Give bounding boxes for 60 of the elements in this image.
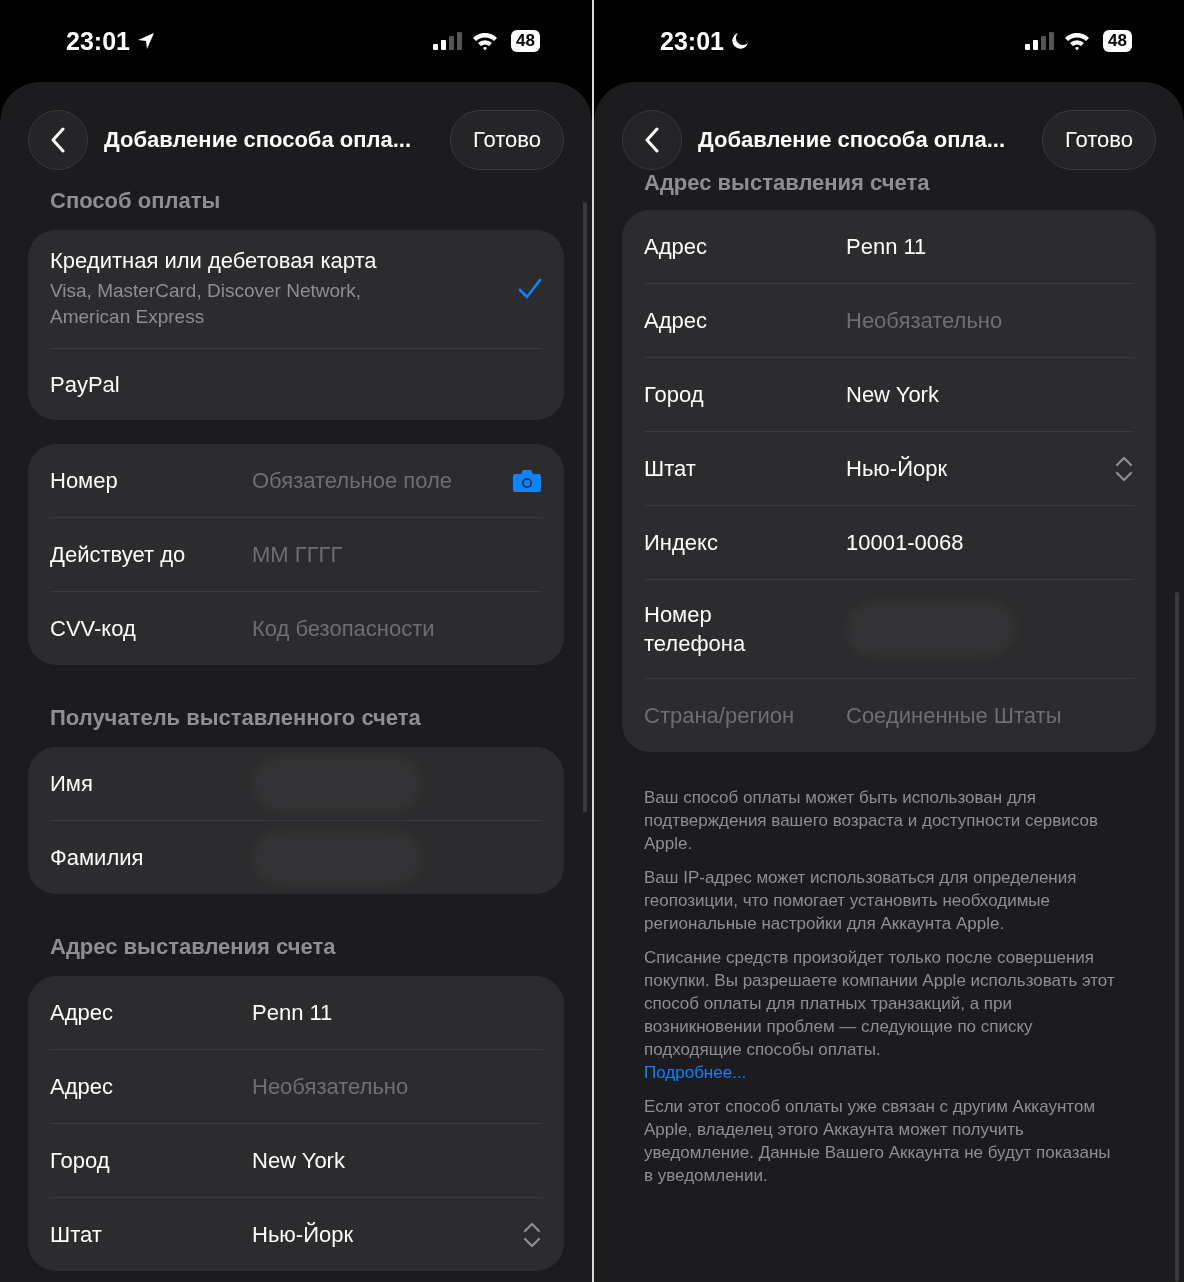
footer-text: Если этот способ оплаты уже связан с другим Аккаунтом Apple, владелец этого Аккаунта может получить уведомление. Данные Вашего Аккаунта не будут показаны в уведомлении. xyxy=(644,1096,1112,1187)
done-button[interactable]: Готово xyxy=(1042,110,1156,170)
option-title: Кредитная или дебетовая карта xyxy=(50,248,378,274)
input-field[interactable]: ММ ГГГГ xyxy=(252,537,518,572)
field-label: Город xyxy=(50,1147,111,1175)
status-time: 23:01 xyxy=(660,26,724,56)
option-title: PayPal xyxy=(50,371,121,398)
footer-text: Списание средств произойдет только после совершения покупки. Вы разрешаете компании Apple использовать этот способ оплаты для платных транзакций, а при возникновении проблем — следующие по списку подходящие способы оплаты. Подробнее... xyxy=(644,947,1116,1084)
field-label: Адрес xyxy=(644,233,708,261)
done-button[interactable]: Готово xyxy=(450,110,564,170)
field-label: Имя xyxy=(50,770,94,798)
screen-title: Добавление способа опла... xyxy=(698,127,1007,153)
section-title: Адрес выставления счета xyxy=(50,934,337,960)
field-label: Номер телефона xyxy=(644,601,747,658)
field-label: Страна/регион xyxy=(644,702,796,730)
wifi-icon xyxy=(471,31,500,51)
section-title: Адрес выставления счета xyxy=(644,170,931,196)
input-field[interactable]: Код безопасности xyxy=(252,611,518,646)
field-label: Индекс xyxy=(644,529,719,557)
field-label: Адрес xyxy=(50,999,114,1027)
field-value[interactable]: 10001-0068 xyxy=(846,529,1110,556)
up-down-chevron-icon[interactable] xyxy=(1114,454,1134,483)
status-time: 23:01 xyxy=(66,26,130,56)
camera-icon[interactable] xyxy=(512,468,542,493)
option-subtitle: Visa, MasterCard, Discover Network, American Express xyxy=(50,279,363,329)
field-value[interactable]: Нью-Йорк xyxy=(252,1221,498,1248)
field-label: Штат xyxy=(50,1221,103,1249)
field-label: Штат xyxy=(644,455,697,483)
field-label: CVV-код xyxy=(50,615,137,643)
footer-text: Ваш IP-адрес может использоваться для определения геопозиции, что помогает установить необходимые региональные настройки для Аккаунта Apple. xyxy=(644,867,1078,935)
payment-option[interactable]: PayPal xyxy=(50,348,542,420)
checkmark-icon xyxy=(518,278,542,300)
back-icon xyxy=(50,127,66,153)
wifi-icon xyxy=(1063,31,1092,51)
back-icon xyxy=(644,127,660,153)
field-label: Адрес xyxy=(50,1073,114,1101)
input-field[interactable]: Обязательное поле xyxy=(252,463,488,498)
input-field[interactable]: Необязательно xyxy=(846,303,1110,338)
field-label: Город xyxy=(644,381,705,409)
field-value[interactable]: Penn 11 xyxy=(252,999,518,1026)
field-label: Действует до xyxy=(50,541,187,569)
field-value[interactable]: Penn 11 xyxy=(846,233,1110,260)
input-field[interactable]: Необязательно xyxy=(252,1069,518,1104)
signal-icon xyxy=(1025,31,1056,51)
field-value[interactable]: New York xyxy=(252,1147,518,1174)
up-down-chevron-icon[interactable] xyxy=(522,1220,542,1249)
battery-level: 48 xyxy=(1103,30,1132,52)
section-title: Способ оплаты xyxy=(50,188,222,214)
more-link[interactable]: Подробнее... xyxy=(644,1063,747,1082)
field-label: Адрес xyxy=(644,307,708,335)
screen-title: Добавление способа опла... xyxy=(104,127,413,153)
footer-text: Ваш способ оплаты может быть использован для подтверждения вашего возраста и доступности сервисов Apple. xyxy=(644,787,1099,855)
section-title: Получатель выставленного счета xyxy=(50,705,422,731)
field-label: Номер xyxy=(50,467,119,495)
field-label: Фамилия xyxy=(50,844,145,872)
field-value[interactable]: Нью-Йорк xyxy=(846,455,1090,482)
battery-level: 48 xyxy=(511,30,540,52)
payment-option[interactable]: Кредитная или дебетовая карта Visa, MasterCard, Discover Network, American Express xyxy=(50,230,542,348)
field-value[interactable]: New York xyxy=(846,381,1110,408)
signal-icon xyxy=(433,31,464,51)
